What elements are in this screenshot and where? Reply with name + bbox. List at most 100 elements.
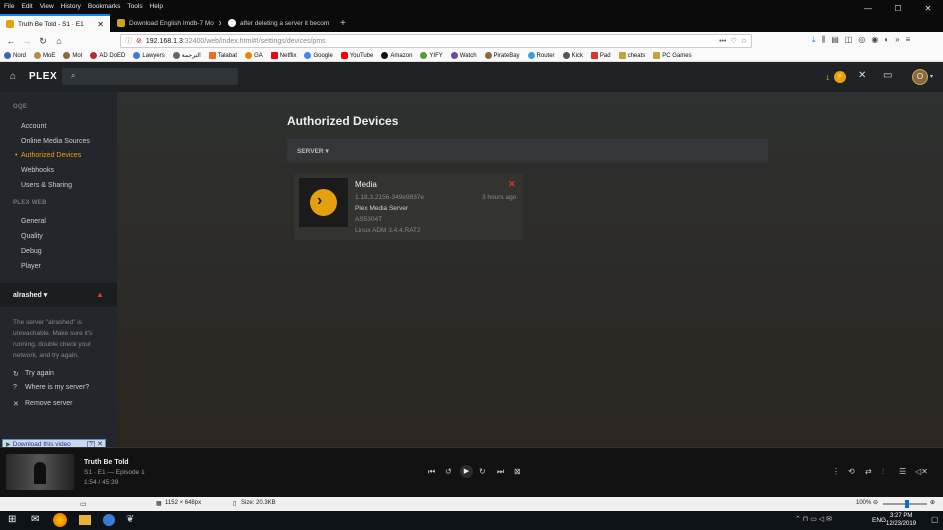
overflow-icon[interactable]: » — [895, 35, 899, 45]
bookmark-yify[interactable]: YIFY — [420, 52, 443, 59]
shuffle-icon[interactable]: ⇄ — [865, 467, 872, 476]
library-icon[interactable]: ⫼ — [822, 35, 826, 45]
bookmark-ga[interactable]: GA — [245, 52, 263, 59]
extension-2-icon[interactable]: ◐ — [884, 35, 889, 45]
bookmark-translation[interactable]: الترجمة — [172, 52, 201, 59]
bookmark-watch[interactable]: Watch — [450, 52, 477, 59]
bookmark-netflix[interactable]: Netflix — [270, 52, 296, 59]
bookmark-piratebay[interactable]: PirateBay — [484, 52, 520, 59]
menu-tools[interactable]: Tools — [127, 3, 142, 10]
remove-device-icon[interactable]: ✕ — [508, 179, 516, 190]
where-is-my-server-button[interactable]: Where is my server? — [25, 384, 89, 391]
info-icon[interactable]: ⓘ — [125, 36, 132, 46]
zoom-out-icon[interactable]: ⊖ — [873, 499, 878, 506]
stop-icon[interactable]: ⊠ — [514, 467, 521, 476]
avatar[interactable]: O — [912, 69, 928, 85]
bookmark-moi[interactable]: MoI — [63, 52, 82, 59]
pocket-icon[interactable]: ♡ — [730, 37, 736, 45]
input-language[interactable]: ENG — [872, 517, 886, 524]
repeat-icon[interactable]: ⟲ — [848, 467, 855, 476]
bookmark-router[interactable]: Router — [527, 52, 555, 59]
reload-icon[interactable]: ↻ — [35, 36, 51, 47]
windows-start-icon[interactable]: ⊞ — [8, 514, 16, 525]
bookmark-talabat[interactable]: Talabat — [208, 52, 237, 59]
bookmark-youtube[interactable]: YouTube — [340, 52, 373, 59]
bookmark-cheats[interactable]: cheats — [618, 52, 645, 59]
screenshot-icon[interactable]: ◫ — [845, 35, 853, 45]
file-explorer-icon[interactable] — [79, 515, 91, 525]
close-tab-icon[interactable]: ✕ — [218, 19, 221, 28]
forward-icon[interactable]: → — [19, 36, 35, 46]
bookmark-pc-games[interactable]: PC Games — [653, 52, 692, 59]
sidebar-icon[interactable]: ▤ — [831, 35, 839, 45]
sidebar-item-webhooks[interactable]: Webhooks — [21, 167, 54, 174]
sidebar-item-account[interactable]: Account — [21, 123, 46, 130]
notifications-icon[interactable]: ▢ — [931, 515, 939, 524]
url-bar[interactable]: ⓘ ⊘ 192.168.1.3:32400/web/index.html#!/s… — [120, 34, 752, 48]
more-options-icon[interactable]: ⋮ — [832, 467, 840, 476]
home-icon[interactable]: ⌂ — [51, 36, 67, 46]
next-icon[interactable]: ⏭ — [497, 467, 504, 477]
menu-file[interactable]: File — [4, 3, 14, 10]
bookmark-google[interactable]: Google — [304, 52, 333, 59]
bookmark-nord[interactable]: Nord — [4, 52, 26, 59]
rewind-icon[interactable]: ↺ — [445, 467, 452, 476]
home-icon[interactable]: ⌂ — [10, 71, 16, 82]
app-icon[interactable]: ❦ — [126, 514, 134, 525]
zoom-slider[interactable] — [883, 500, 927, 508]
remove-server-button[interactable]: Remove server — [25, 400, 72, 407]
zoom-in-icon[interactable]: ⊕ — [930, 499, 935, 506]
cast-icon[interactable]: ▭ — [883, 70, 892, 81]
page-actions-icon[interactable]: ••• — [719, 38, 726, 45]
bookmark-star-icon[interactable]: ☆ — [741, 37, 747, 45]
sidebar-item-quality[interactable]: Quality — [21, 233, 43, 240]
server-filter-dropdown[interactable]: SERVER ▾ — [297, 147, 329, 155]
sidebar-item-debug[interactable]: Debug — [21, 248, 42, 255]
bookmark-pad[interactable]: Pad — [590, 52, 611, 59]
menu-view[interactable]: View — [40, 3, 54, 10]
browser-icon[interactable] — [103, 514, 115, 526]
tab-download[interactable]: Download English Imdb-7 Mo ✕ — [111, 14, 221, 32]
zoom-slider-thumb[interactable] — [905, 500, 909, 508]
hamburger-menu-icon[interactable]: ≡ — [906, 35, 911, 45]
sidebar-item-authorized-devices[interactable]: Authorized Devices — [21, 152, 81, 159]
tray-icons[interactable]: ⌃ ⊓ ▭ ◁ ✉ — [795, 515, 832, 523]
bookmark-kick[interactable]: Kick — [562, 52, 583, 59]
sidebar-item-general[interactable]: General — [21, 218, 46, 225]
clock-time[interactable]: 3:27 PM — [890, 513, 912, 519]
bookmark-ad-doed[interactable]: AD DoED — [90, 52, 125, 59]
now-playing-title[interactable]: Truth Be Told — [84, 459, 129, 466]
bookmark-moe[interactable]: MoE — [34, 52, 55, 59]
mute-icon[interactable]: ◁✕ — [915, 467, 928, 476]
bookmark-lawyers[interactable]: Lawyers — [133, 52, 165, 59]
extension-icon[interactable]: ◎ — [858, 35, 865, 45]
clock-date[interactable]: 12/23/2019 — [886, 521, 916, 527]
equalizer-icon[interactable]: ⫶ — [882, 467, 884, 477]
sidebar-item-player[interactable]: Player — [21, 263, 41, 270]
mail-icon[interactable]: ✉ — [31, 514, 39, 525]
chevron-down-icon[interactable]: ▾ — [930, 73, 933, 80]
tab-search[interactable]: after deleting a server it becom ✕ — [222, 14, 332, 32]
sidebar-item-users-sharing[interactable]: Users & Sharing — [21, 182, 72, 189]
menu-history[interactable]: History — [61, 3, 81, 10]
sidebar-item-online-media-sources[interactable]: Online Media Sources — [21, 138, 90, 145]
sync-icon[interactable]: ◉ — [871, 35, 878, 45]
forward-30-icon[interactable]: ↻ — [479, 467, 486, 476]
try-again-button[interactable]: Try again — [25, 370, 54, 377]
menu-help[interactable]: Help — [150, 3, 163, 10]
search-input[interactable]: ⌕ — [62, 68, 238, 85]
previous-icon[interactable]: ⏮ — [428, 467, 435, 477]
menu-bookmarks[interactable]: Bookmarks — [88, 3, 121, 10]
server-selector[interactable]: alrashed ▾ ▲ — [0, 283, 117, 307]
playlist-icon[interactable]: ☰ — [899, 467, 906, 476]
bookmark-amazon[interactable]: Amazon — [381, 52, 412, 59]
firefox-icon[interactable] — [53, 513, 67, 527]
menu-edit[interactable]: Edit — [21, 3, 32, 10]
close-tab-icon[interactable]: ✕ — [97, 20, 104, 29]
play-button[interactable]: ▶ — [460, 465, 473, 478]
video-thumbnail[interactable] — [6, 454, 74, 490]
back-icon[interactable]: ← — [3, 36, 19, 46]
activity-icon[interactable]: ⚡ — [834, 71, 846, 83]
download-icon[interactable]: ⤓ — [812, 35, 816, 45]
tab-truth-be-told[interactable]: Truth Be Told - S1 · E1 ✕ — [0, 14, 110, 32]
